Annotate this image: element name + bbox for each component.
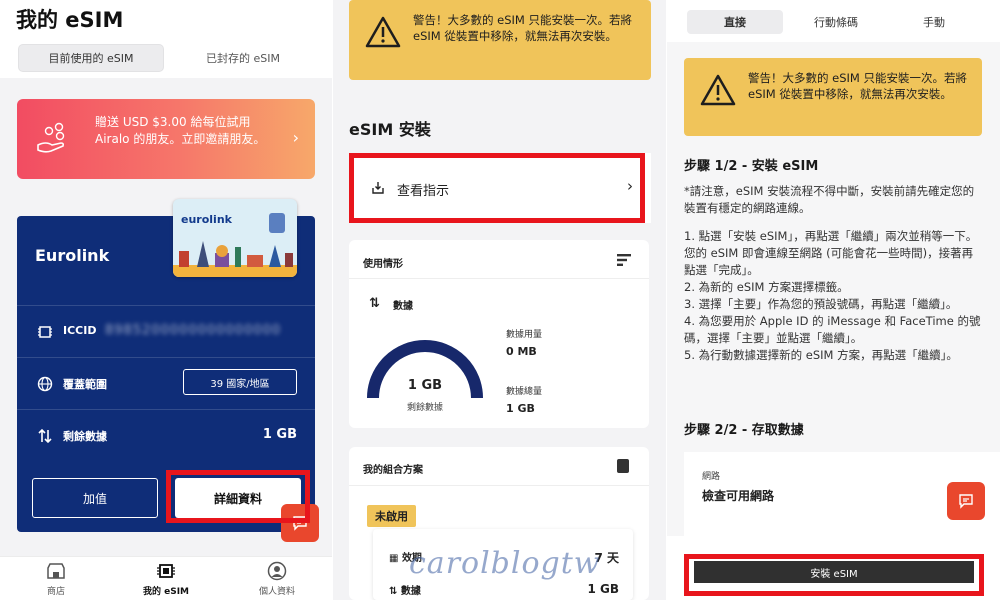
esim-details-screen: 警告！大多數的 eSIM 只能安裝一次。若將 eSIM 從裝置中移除，就無法再次… (333, 0, 667, 600)
tab-qr-code[interactable]: 行動條碼 (791, 10, 881, 34)
profile-icon (267, 561, 287, 581)
install-method-tabs: 直接 行動條碼 手動 (667, 0, 1000, 42)
step1-heading: 步驟 1/2 - 安裝 eSIM (684, 159, 819, 174)
warning-text: 警告！大多數的 eSIM 只能安裝一次。若將 eSIM 從裝置中移除，就無法再次… (748, 71, 967, 101)
coverage-row: 覆蓋範圍 39 國家/地區 (17, 357, 315, 409)
install-warning-banner: 警告！大多數的 eSIM 只能安裝一次。若將 eSIM 從裝置中移除，就無法再次… (349, 0, 651, 80)
tab-current-esim[interactable]: 目前使用的 eSIM (18, 44, 164, 72)
highlight-view-guide (349, 153, 645, 223)
referral-promo-banner[interactable]: 贈送 USD $3.00 給每位試用 Airalo 的朋友。立即邀請朋友。 › (17, 99, 315, 179)
total-data-value: 1 GB (506, 402, 535, 415)
plan-data-label: 數據 (400, 586, 421, 597)
nav-store-label: 商店 (46, 587, 65, 597)
plan-data-value: 1 GB (587, 582, 619, 596)
network-label: 網路 (702, 472, 721, 482)
sim-card-image: eurolink (173, 199, 297, 277)
tab-manual[interactable]: 手動 (889, 10, 979, 34)
step1-note: *請注意，eSIM 安裝流程不得中斷，安裝前請先確定您的裝置有穩定的網路連線。 (684, 184, 975, 215)
nav-my-esim-label: 我的 eSIM (142, 587, 190, 597)
bottom-navigation: 商店 我的 eSIM 個人資料 (0, 556, 333, 600)
step2-heading: 步驟 2/2 - 存取數據 (684, 423, 804, 438)
bars-icon (617, 254, 631, 266)
step1-instructions: 1. 點選「安裝 eSIM」，再點選「繼續」兩次並稍等一下。您的 eSIM 即會… (684, 229, 981, 362)
gift-hand-icon (37, 122, 65, 153)
used-data-value: 0 MB (506, 345, 537, 358)
store-icon (47, 563, 65, 579)
calendar-icon: ▦ (389, 553, 402, 564)
iccid-row: ICCID 8985200000000000000 (17, 305, 315, 357)
iccid-label: ICCID (63, 324, 97, 337)
sim-brand-label: eurolink (181, 213, 232, 226)
updown-arrows-icon: ⇅ (389, 586, 401, 597)
nav-profile[interactable]: 個人資料 (232, 561, 322, 597)
tab-archived-esim[interactable]: 已封存的 eSIM (172, 44, 314, 72)
warning-triangle-icon (365, 16, 401, 48)
remaining-data-label: 剩餘數據 (63, 430, 107, 443)
promo-text: 贈送 USD $3.00 給每位試用 Airalo 的朋友。立即邀請朋友。 (95, 115, 266, 146)
globe-icon (37, 376, 53, 392)
updown-arrows-icon: ⇅ (369, 296, 380, 311)
warning-text: 警告！大多數的 eSIM 只能安裝一次。若將 eSIM 從裝置中移除，就無法再次… (413, 13, 632, 43)
chat-icon (959, 494, 973, 509)
page-title: 我的 eSIM (16, 8, 124, 32)
nav-store[interactable]: 商店 (11, 561, 101, 597)
nav-profile-label: 個人資料 (258, 587, 295, 597)
iccid-value: 8985200000000000000 (105, 323, 282, 338)
network-value: 檢查可用網路 (702, 489, 775, 503)
plans-title: 我的組合方案 (363, 465, 423, 476)
layers-icon (617, 459, 629, 473)
total-data-label: 數據總量 (506, 387, 543, 397)
remaining-data-value: 1 GB (262, 427, 297, 442)
esim-name: Eurolink (35, 246, 110, 265)
coverage-label: 覆蓋範圍 (63, 378, 107, 391)
esim-install-heading: eSIM 安裝 (349, 120, 431, 139)
used-data-label: 數據用量 (506, 330, 543, 340)
remaining-value: 1 GB (407, 378, 443, 393)
plan-data-row: ⇅ 數據 1 GB (389, 582, 619, 597)
sim-chip-icon (269, 213, 285, 233)
watermark: carolblogtw (409, 546, 601, 581)
usage-card: 使用情形 ⇅ 數據 1 GB 剩餘數據 數據用量 0 MB 數據總量 1 GB (349, 240, 649, 428)
highlight-install-button (684, 554, 984, 596)
plans-divider (349, 485, 649, 486)
warning-triangle-icon (700, 74, 736, 106)
usage-divider (349, 278, 649, 279)
usage-data-label: 數據 (393, 301, 413, 312)
topup-button[interactable]: 加值 (32, 478, 158, 518)
highlight-details-button (166, 470, 310, 523)
nav-my-esim[interactable]: 我的 eSIM (121, 561, 211, 597)
remaining-data-row: 剩餘數據 1 GB (17, 409, 315, 461)
coverage-countries-button[interactable]: 39 國家/地區 (183, 369, 297, 395)
usage-title: 使用情形 (363, 259, 403, 270)
remaining-label: 剩餘數據 (406, 403, 443, 413)
chip-icon (38, 326, 52, 338)
updown-arrows-icon (38, 428, 52, 444)
esim-icon (157, 564, 175, 578)
chevron-right-icon: › (292, 128, 299, 147)
top-header: 我的 eSIM 目前使用的 eSIM 已封存的 eSIM (0, 0, 333, 78)
status-badge: 未啟用 (367, 505, 416, 527)
chat-button[interactable] (947, 482, 985, 520)
install-warning-banner: 警告！大多數的 eSIM 只能安裝一次。若將 eSIM 從裝置中移除，就無法再次… (684, 58, 982, 136)
remaining-data-gauge (367, 340, 483, 399)
tab-direct[interactable]: 直接 (687, 10, 783, 34)
european-landmarks-illustration (173, 241, 297, 277)
